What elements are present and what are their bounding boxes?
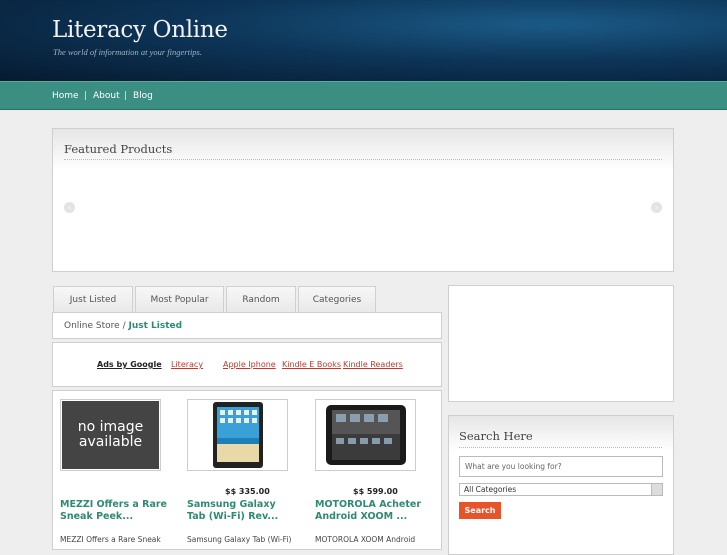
featured-title: Featured Products	[64, 142, 173, 156]
search-button[interactable]: Search	[459, 502, 501, 519]
tab-random[interactable]: Random	[226, 286, 296, 312]
ad-link-apple-iphone[interactable]: Apple Iphone	[223, 360, 276, 369]
chevron-right-icon[interactable]: ›	[651, 202, 662, 213]
ad-link-literacy[interactable]: Literacy	[171, 360, 203, 369]
nav-about[interactable]: About	[93, 91, 120, 101]
breadcrumb-root[interactable]: Online Store	[64, 321, 120, 331]
divider	[459, 447, 662, 448]
search-widget: Search Here What are you looking for? Al…	[448, 415, 674, 555]
no-image-placeholder: no image available	[62, 401, 159, 469]
breadcrumb-current: Just Listed	[128, 321, 183, 331]
ad-link-kindle-e-books[interactable]: Kindle E Books	[282, 360, 341, 369]
product-thumbnail[interactable]: no image available	[60, 399, 161, 471]
divider	[64, 159, 662, 160]
search-input[interactable]: What are you looking for?	[459, 456, 663, 477]
nav-blog[interactable]: Blog	[133, 91, 153, 101]
main-nav: Home | About | Blog	[0, 81, 727, 110]
breadcrumb: Online Store / Just Listed	[52, 312, 442, 339]
ads-by-google-label[interactable]: Ads by Google	[97, 360, 162, 369]
tablet-image	[213, 402, 263, 468]
chevron-left-icon[interactable]: ‹	[64, 202, 75, 213]
product-thumbnail[interactable]	[315, 399, 416, 471]
site-title[interactable]: Literacy Online	[52, 17, 228, 43]
product-price: $$ 335.00	[225, 487, 270, 496]
product-price: $$ 599.00	[353, 487, 398, 496]
product-description: Samsung Galaxy Tab (Wi-Fi)	[187, 535, 292, 544]
breadcrumb-text: Online Store / Just Listed	[64, 321, 182, 331]
breadcrumb-separator: /	[122, 321, 126, 331]
search-header: Search Here	[449, 416, 673, 451]
tablet-image	[326, 405, 406, 465]
search-title: Search Here	[459, 429, 533, 443]
featured-products-panel: Featured Products ‹ ›	[52, 128, 674, 272]
product-description: MOTOROLA XOOM Android	[315, 535, 416, 544]
product-title[interactable]: MOTOROLA Acheter Android XOOM ...	[315, 499, 425, 523]
tab-most-popular[interactable]: Most Popular	[135, 286, 224, 312]
products-grid: no image available MEZZI Offers a Rare S…	[52, 390, 442, 550]
site-header: Literacy Online The world of information…	[0, 0, 727, 81]
product-title[interactable]: MEZZI Offers a Rare Sneak Peek...	[60, 499, 170, 523]
tab-just-listed[interactable]: Just Listed	[53, 286, 133, 312]
product-description: MEZZI Offers a Rare Sneak	[60, 535, 161, 544]
site-tagline: The world of information at your fingert…	[53, 47, 202, 57]
sidebar-widget-empty	[448, 285, 674, 402]
product-title[interactable]: Samsung Galaxy Tab (Wi-Fi) Rev...	[187, 499, 297, 523]
category-select-value: All Categories	[464, 485, 517, 494]
ad-link-kindle-readers[interactable]: Kindle Readers	[343, 360, 403, 369]
nav-separator: |	[84, 91, 88, 101]
nav-separator: |	[124, 91, 128, 101]
nav-home[interactable]: Home	[52, 91, 79, 101]
ads-panel: Ads by Google Literacy Apple Iphone Kind…	[52, 342, 442, 387]
product-thumbnail[interactable]	[187, 399, 288, 471]
category-select[interactable]: All Categories	[459, 483, 663, 496]
chevron-down-icon[interactable]	[651, 484, 662, 495]
featured-header: Featured Products	[53, 129, 673, 171]
tab-categories[interactable]: Categories	[298, 286, 376, 312]
